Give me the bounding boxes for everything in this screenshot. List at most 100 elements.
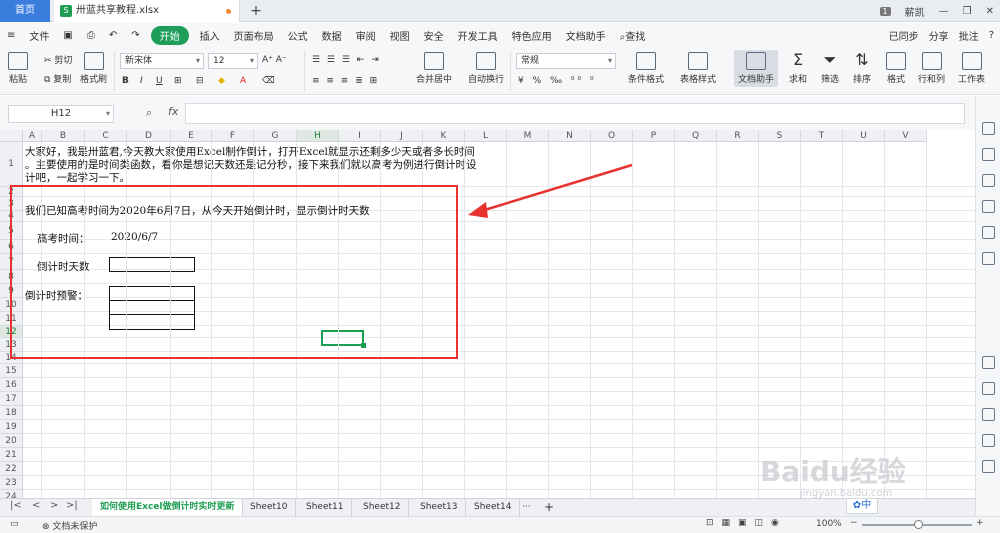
menu-insert[interactable]: 插入 — [193, 28, 227, 43]
menu-file[interactable]: 文件 — [22, 28, 56, 43]
sheet-tab-sheet10[interactable]: Sheet10 — [242, 499, 297, 516]
menu-doc-assistant[interactable]: 文档助手 — [559, 28, 613, 43]
italic-icon[interactable]: I — [140, 74, 143, 88]
input-method-badge[interactable]: ✿中 — [846, 498, 878, 514]
clear-format-icon[interactable]: ⌫ — [262, 74, 275, 88]
menu-page-layout[interactable]: 页面布局 — [227, 28, 281, 43]
menu-formulas[interactable]: 公式 — [281, 28, 315, 43]
comment-button[interactable]: 批注 — [959, 28, 979, 43]
more-sheets-button[interactable]: ··· — [514, 499, 539, 516]
chart-tool-icon[interactable] — [982, 252, 995, 265]
cursor-tool-icon[interactable] — [982, 122, 995, 135]
first-sheet-icon[interactable]: |< — [10, 500, 22, 511]
wrap-text-button[interactable]: 自动换行 — [468, 52, 504, 85]
sheet-tab-sheet11[interactable]: Sheet11 — [298, 499, 353, 516]
sheet-tab-sheet13[interactable]: Sheet13 — [412, 499, 467, 516]
paw-icon: ✿ — [852, 500, 862, 511]
align-vertical-icons[interactable]: ☰ ☰ ☰ ⇤ ⇥ — [312, 53, 381, 67]
worksheet-button[interactable]: 工作表 — [958, 52, 985, 85]
last-sheet-icon[interactable]: >| — [66, 500, 78, 511]
image-tool-icon[interactable] — [982, 408, 995, 421]
shape-tool-icon[interactable] — [982, 148, 995, 161]
next-sheet-icon[interactable]: > — [50, 500, 58, 511]
tab-home[interactable]: 首页 — [0, 0, 50, 22]
format-button[interactable]: 格式 — [886, 52, 906, 85]
prev-sheet-icon[interactable]: < — [32, 500, 40, 511]
protect-status[interactable]: ⊗ 文档未保护 — [42, 519, 97, 532]
copy-button[interactable]: ⧉ 复制 — [44, 73, 71, 87]
number-format-select[interactable]: 常规 — [516, 53, 616, 69]
table-style-button[interactable]: 表格样式 — [680, 52, 716, 85]
fill-color-icon[interactable]: ◆ — [218, 74, 225, 88]
zoom-out-icon[interactable]: − — [850, 518, 858, 528]
fill-tool-icon[interactable] — [982, 174, 995, 187]
backup-icon[interactable] — [982, 356, 995, 369]
user-name[interactable]: 薪凯 — [905, 4, 925, 19]
redo-icon[interactable]: ↷ — [124, 30, 146, 41]
close-icon[interactable]: ✕ — [986, 6, 994, 17]
fx-icon[interactable]: fx — [168, 105, 178, 118]
share-button[interactable]: 分享 — [929, 28, 949, 43]
shield-icon: ⊗ — [42, 522, 50, 532]
merge-center-button[interactable]: 合并居中 — [416, 52, 452, 85]
undo-icon[interactable]: ↶ — [102, 30, 124, 41]
minimize-icon[interactable]: — — [939, 6, 949, 17]
help-button[interactable]: ? — [989, 30, 994, 41]
format-painter-button[interactable]: 格式刷 — [80, 52, 107, 85]
new-tab-button[interactable]: + — [247, 0, 265, 22]
spreadsheet-grid[interactable]: ABCDEFGHIJKLMNOPQRSTUV 1 2 3 4 5 6 7 8 9 10 11 12 13… — [0, 130, 975, 498]
property-icon[interactable] — [982, 200, 995, 213]
row-col-button[interactable]: 行和列 — [918, 52, 945, 85]
menu-search[interactable]: ⌕查找 — [613, 28, 653, 43]
menu-developer[interactable]: 开发工具 — [451, 28, 505, 43]
filter-button[interactable]: ⏷ 筛选 — [820, 52, 840, 86]
table-style-icon — [688, 52, 708, 70]
zoom-formula-icon[interactable]: ⌕ — [146, 106, 152, 120]
share-tool-icon[interactable] — [982, 434, 995, 447]
menu-home[interactable]: 开始 — [150, 25, 189, 45]
window-controls: 1 薪凯 — ❐ ✕ — [879, 0, 994, 22]
history-icon[interactable] — [982, 460, 995, 473]
conditional-format-button[interactable]: 条件格式 — [628, 52, 664, 85]
border-icon[interactable]: ⊞ — [174, 74, 182, 88]
bold-icon[interactable]: B — [122, 74, 129, 88]
sheet-tab-sheet12[interactable]: Sheet12 — [355, 499, 410, 516]
view-mode-icons[interactable]: ⊡▦▣◫◉ — [706, 518, 787, 528]
font-color-icon[interactable]: A — [240, 74, 246, 88]
add-sheet-button[interactable]: + — [536, 499, 562, 516]
sort-button[interactable]: ⇅ 排序 — [852, 52, 872, 86]
merge-icon[interactable]: ⊟ — [196, 74, 204, 88]
formula-input[interactable] — [185, 103, 965, 124]
doc-assistant-button[interactable]: 文档助手 — [734, 50, 779, 87]
sync-status[interactable]: 已同步 — [889, 28, 919, 43]
menu-data[interactable]: 数据 — [315, 28, 349, 43]
tab-document[interactable]: S 卅蓝共享教程.xlsx — [54, 0, 240, 22]
status-bar: ▭ ⊗ 文档未保护 ⊡▦▣◫◉ 100% − + — [0, 516, 1000, 533]
number-format-icons[interactable]: ¥ % ‰ ⁰⁰ ⁰ — [518, 74, 597, 88]
save-icon[interactable]: ▣ — [56, 30, 79, 41]
print-icon[interactable]: ⎙ — [80, 30, 102, 41]
menu-icon[interactable]: ≡ — [0, 30, 22, 41]
menu-view[interactable]: 视图 — [383, 28, 417, 43]
zoom-level[interactable]: 100% — [816, 519, 842, 529]
zoom-slider-handle[interactable] — [914, 520, 923, 529]
macro-icon[interactable]: ▭ — [10, 519, 19, 529]
restore-icon[interactable]: ❐ — [963, 6, 972, 17]
paste-button[interactable]: 粘贴 — [8, 52, 28, 85]
menu-review[interactable]: 审阅 — [349, 28, 383, 43]
align-horizontal-icons[interactable]: ≡ ≡ ≡ ≣ ⊞ — [312, 74, 379, 88]
name-box[interactable]: H12 — [8, 105, 114, 123]
sheet-tab-sheet14[interactable]: Sheet14 — [466, 499, 521, 516]
export-icon[interactable] — [982, 382, 995, 395]
zoom-in-icon[interactable]: + — [976, 518, 984, 528]
font-name-select[interactable]: 新宋体 — [120, 53, 204, 69]
grid-tool-icon[interactable] — [982, 226, 995, 239]
font-size-select[interactable]: 12 — [208, 53, 258, 69]
sum-button[interactable]: Σ 求和 — [788, 52, 808, 86]
underline-icon[interactable]: U — [156, 74, 163, 88]
menu-security[interactable]: 安全 — [417, 28, 451, 43]
sheet-tab-current[interactable]: 如何使用Excel做倒计时实时更新 — [92, 499, 244, 516]
menu-features[interactable]: 特色应用 — [505, 28, 559, 43]
cut-button[interactable]: ✂ 剪切 — [44, 54, 72, 68]
font-grow-shrink[interactable]: A⁺ A⁻ — [262, 53, 287, 67]
